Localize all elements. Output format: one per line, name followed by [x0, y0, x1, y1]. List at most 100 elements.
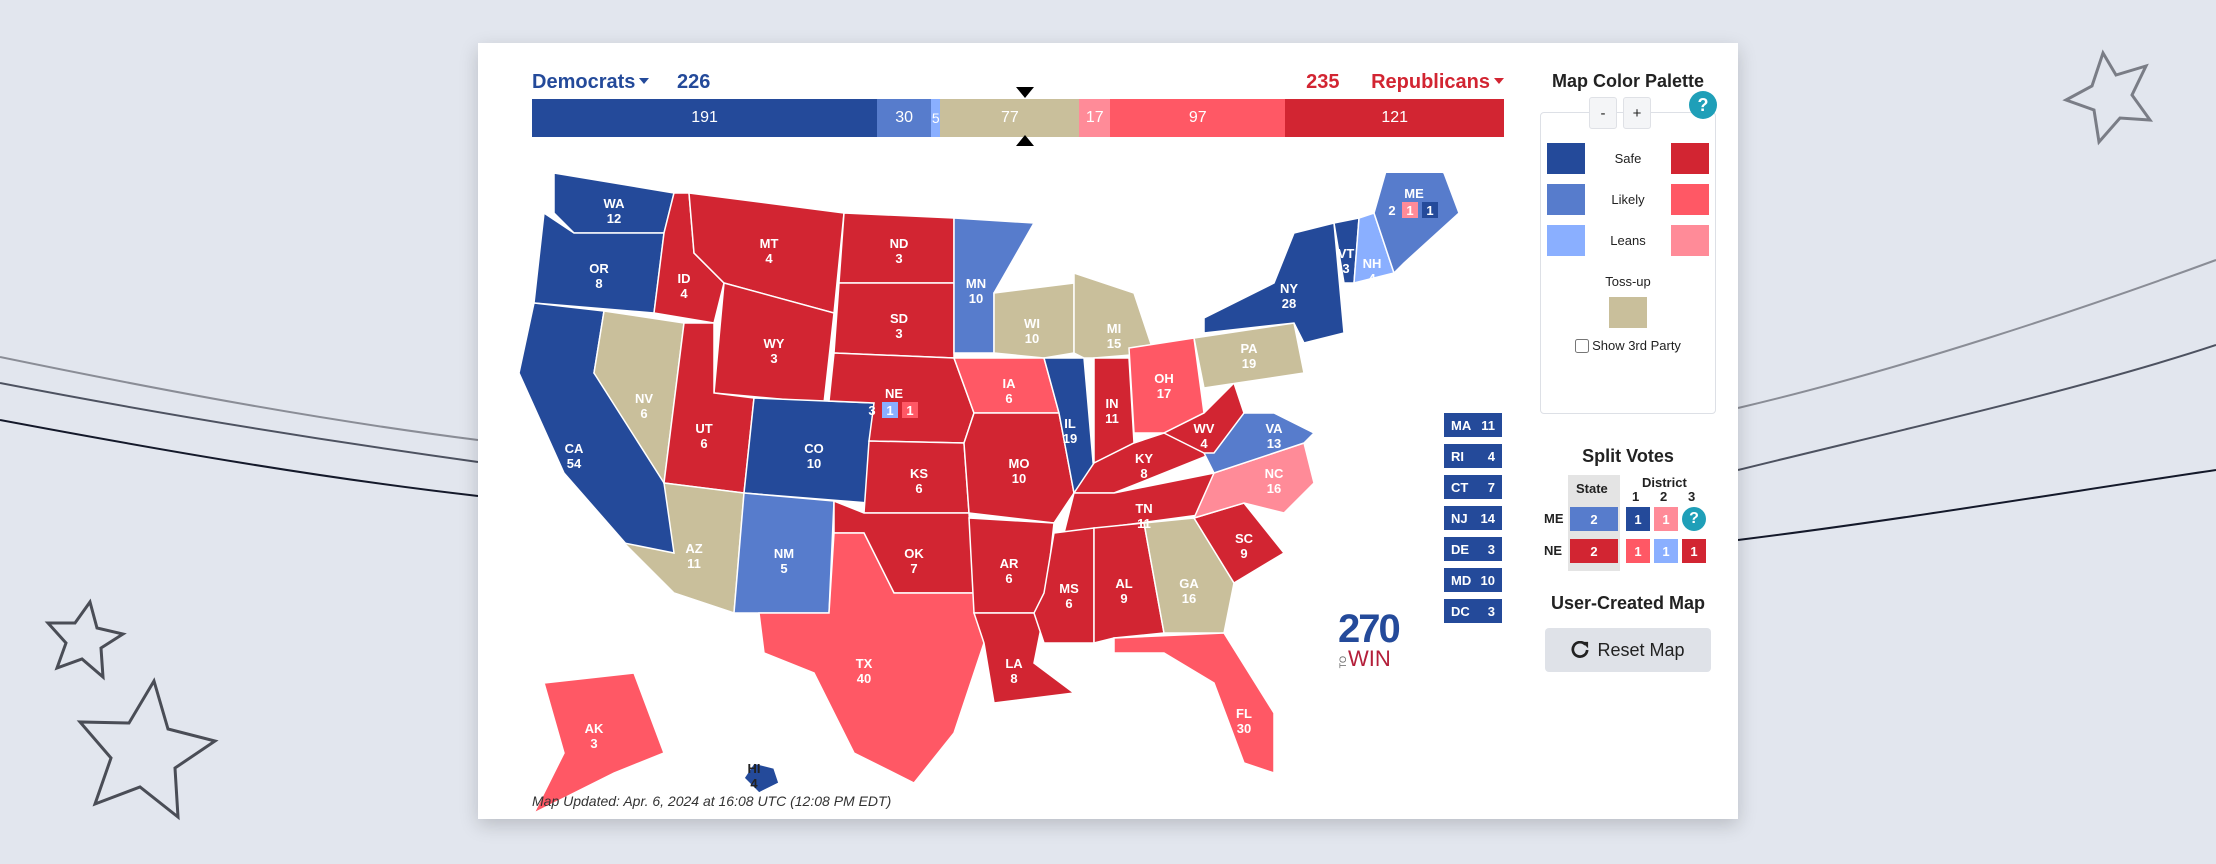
- district-number: 3: [1688, 489, 1696, 504]
- caret-down-icon[interactable]: [639, 77, 650, 84]
- state-ev: 3: [868, 403, 875, 418]
- palette-row-leans: Leans: [1541, 225, 1715, 256]
- refresh-icon: [1571, 641, 1590, 658]
- bar-segment-label: 17: [1085, 109, 1104, 126]
- swatch-leans_d[interactable]: [1547, 225, 1585, 256]
- split-state-ev[interactable]: 2: [1570, 507, 1618, 531]
- state-ev: 11: [1137, 516, 1151, 531]
- state-ev: 16: [1182, 591, 1196, 606]
- state-abbr: NC: [1265, 466, 1284, 481]
- palette-plus-button[interactable]: +: [1623, 97, 1651, 129]
- state-abbr: IL: [1064, 416, 1076, 431]
- small-state-md[interactable]: MD 10: [1444, 568, 1502, 592]
- small-state-nj[interactable]: NJ 14: [1444, 506, 1502, 530]
- state-label-il: IL 19: [1063, 416, 1077, 446]
- small-state-de[interactable]: DE 3: [1444, 537, 1502, 561]
- small-state-ev: 11: [1481, 417, 1495, 433]
- state-abbr: MS: [1059, 581, 1079, 596]
- help-icon[interactable]: ?: [1682, 507, 1706, 531]
- split-district-ev[interactable]: 1: [1626, 539, 1650, 563]
- state-abbr: MO: [1009, 456, 1030, 471]
- state-ev: 6: [915, 481, 922, 496]
- palette-label: Safe: [1614, 151, 1642, 166]
- user-map-title: User-Created Map: [1550, 593, 1706, 613]
- state-abbr: TN: [1135, 501, 1152, 516]
- sidebar: Map Color Palette - + ? Safe Likely Leans …: [1540, 71, 1717, 672]
- state-abbr: OR: [589, 261, 609, 276]
- tossup-swatch[interactable]: [1609, 297, 1647, 328]
- state-ev: 9: [1120, 591, 1127, 606]
- state-ev: 13: [1267, 436, 1281, 451]
- ne-district-ev: 1: [906, 403, 913, 418]
- state-ev: 40: [857, 671, 871, 686]
- split-votes-grid: State District 1 2 3 ME 2 1 1? NE 2 1 1 1: [1540, 475, 1716, 575]
- map-updated-text: Map Updated: Apr. 6, 2024 at 16:08 UTC (…: [532, 793, 892, 809]
- small-state-ev: 3: [1487, 603, 1495, 619]
- small-state-dc[interactable]: DC 3: [1444, 599, 1502, 623]
- split-state-ev[interactable]: 2: [1570, 539, 1618, 563]
- state-abbr: AR: [1000, 556, 1019, 571]
- help-icon[interactable]: ?: [1689, 91, 1717, 119]
- small-state-ma[interactable]: MA 11: [1444, 413, 1502, 437]
- state-ny[interactable]: [1203, 222, 1345, 344]
- bar-segment-tossup: 77: [940, 99, 1080, 137]
- state-ev: 16: [1267, 481, 1281, 496]
- state-ev: 6: [640, 406, 647, 421]
- district-number: 2: [1660, 489, 1668, 504]
- swatch-likely_r[interactable]: [1671, 184, 1709, 215]
- state-abbr: OK: [904, 546, 924, 561]
- state-label-ne: NE: [885, 386, 903, 401]
- state-abbr: MN: [966, 276, 986, 291]
- color-palette: - + ? Safe Likely Leans Toss-up Show 3rd P…: [1540, 91, 1717, 414]
- show-3rd-party-checkbox[interactable]: [1575, 338, 1590, 353]
- reset-map-label: Reset Map: [1597, 639, 1685, 660]
- state-abbr: ID: [678, 271, 691, 286]
- split-district-ev[interactable]: 1: [1654, 539, 1678, 563]
- logo-win: WIN: [1348, 646, 1391, 671]
- democrats-label[interactable]: Democrats: [532, 71, 635, 93]
- swatch-likely_d[interactable]: [1547, 184, 1585, 215]
- split-district-ev[interactable]: 1: [1682, 539, 1706, 563]
- state-ev: 4: [680, 286, 688, 301]
- state-abbr: WV: [1194, 421, 1215, 436]
- state-ev: 6: [700, 436, 707, 451]
- reset-map-button[interactable]: Reset Map: [1545, 628, 1711, 672]
- state-ev: 4: [765, 251, 773, 266]
- swatch-leans_r[interactable]: [1670, 225, 1709, 256]
- state-label-oh: OH 17: [1154, 371, 1174, 401]
- state-ev: 5: [780, 561, 787, 576]
- democrats-header[interactable]: Democrats 226: [532, 71, 710, 94]
- bar-segment-label: 97: [1188, 109, 1207, 126]
- split-district-ev[interactable]: 1: [1654, 507, 1678, 531]
- republicans-header[interactable]: 235 Republicans: [1306, 71, 1504, 94]
- state-abbr: SC: [1235, 531, 1254, 546]
- small-state-ev: 14: [1480, 510, 1495, 526]
- state-label-ny: NY 28: [1280, 281, 1298, 311]
- 270towin-logo: 270 TOWIN: [1338, 609, 1401, 671]
- state-label-nc: NC 16: [1265, 466, 1284, 496]
- state-ev: 3: [895, 326, 902, 341]
- caret-down-icon[interactable]: [1494, 77, 1504, 84]
- state-abbr: KY: [1135, 451, 1153, 466]
- split-state-label: NE: [1544, 543, 1563, 558]
- swatch-safe_d[interactable]: [1547, 143, 1585, 174]
- small-state-ri[interactable]: RI 4: [1444, 444, 1502, 468]
- state-fl[interactable]: [1113, 632, 1275, 775]
- state-ev: 19: [1063, 431, 1077, 446]
- small-state-ct[interactable]: CT 7: [1444, 475, 1502, 499]
- show-3rd-party-toggle[interactable]: Show 3rd Party: [1541, 338, 1715, 353]
- palette-label: Likely: [1611, 192, 1645, 207]
- state-abbr: IN: [1106, 396, 1119, 411]
- swatch-safe_r[interactable]: [1671, 143, 1709, 174]
- bar-segment-label: 77: [1000, 109, 1019, 126]
- palette-row-safe: Safe: [1541, 143, 1715, 174]
- split-district-ev[interactable]: 1: [1626, 507, 1650, 531]
- state-label-me: ME: [1404, 186, 1424, 201]
- small-states-list: MA 11 RI 4 CT 7 NJ 14 DE 3 MD 10 DC 3: [1444, 413, 1502, 630]
- palette-minus-button[interactable]: -: [1589, 97, 1617, 129]
- state-label-fl: FL 30: [1236, 706, 1252, 736]
- state-ev: 3: [1342, 261, 1349, 276]
- republicans-label[interactable]: Republicans: [1371, 71, 1490, 93]
- state-ak[interactable]: [532, 672, 665, 815]
- state-ev: 54: [567, 456, 582, 471]
